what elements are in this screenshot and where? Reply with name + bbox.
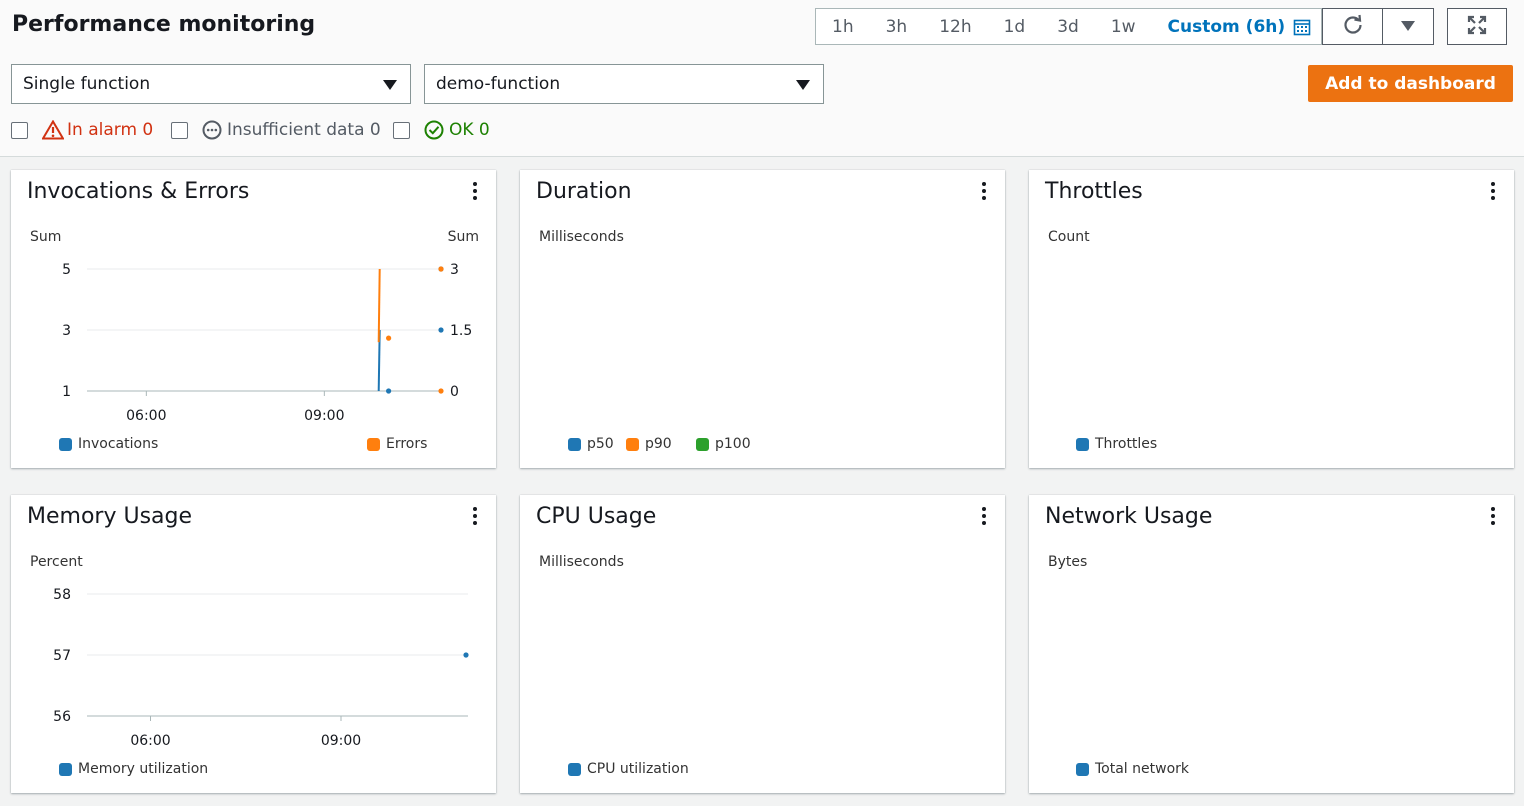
refresh-button[interactable]	[1322, 8, 1383, 45]
data-point-errors	[438, 388, 444, 394]
data-point-memory-utilization	[463, 652, 469, 658]
x-tick-label: 09:00	[304, 408, 344, 424]
fullscreen-icon	[1467, 15, 1487, 39]
insufficient-data-checkbox[interactable]	[171, 121, 188, 139]
function-select-value: demo-function	[436, 74, 561, 94]
legend-item-p100[interactable]: p100	[696, 436, 751, 452]
chart: 1.9180.615906:0009:00	[520, 170, 1005, 468]
legend-swatch	[367, 437, 380, 451]
legend-label: p50	[587, 436, 614, 452]
range-3h[interactable]: 3h	[870, 9, 924, 44]
insufficient-data-label: Insufficient data 0	[227, 120, 381, 140]
header: Performance monitoring 1h 3h 12h 1d 3d 1…	[0, 0, 1524, 157]
function-select[interactable]: demo-function	[424, 64, 824, 104]
widget-throttles: ThrottlesCount00.5106:0009:00Throttles	[1029, 170, 1514, 468]
legend-swatch	[59, 762, 72, 776]
chart: 40455006:0009:00	[520, 495, 1005, 793]
warning-triangle-icon	[42, 119, 64, 141]
legend-item-p90[interactable]: p90	[626, 436, 672, 452]
legend-label: p90	[645, 436, 672, 452]
legend-label: Throttles	[1095, 436, 1158, 452]
caret-down-icon	[1400, 17, 1416, 36]
caret-down-icon	[796, 80, 810, 90]
data-point-invocations	[438, 327, 444, 333]
scope-select-value: Single function	[23, 74, 151, 94]
ok-checkbox[interactable]	[393, 121, 410, 139]
chart: 11.5k11.7k11.8k06:0009:00	[1029, 495, 1514, 793]
range-1h[interactable]: 1h	[816, 9, 870, 44]
filter-ok: OK 0	[393, 118, 490, 142]
caret-down-icon	[383, 80, 397, 90]
legend-swatch	[626, 437, 639, 451]
chart: 00.5106:0009:00	[1029, 170, 1514, 468]
legend-swatch	[1076, 437, 1089, 451]
fullscreen-button[interactable]	[1447, 8, 1507, 45]
scope-select[interactable]: Single function	[11, 64, 411, 104]
legend-item-p50[interactable]: p50	[568, 436, 614, 452]
legend-label: CPU utilization	[587, 761, 689, 777]
in-alarm-label: In alarm 0	[67, 120, 154, 140]
legend-swatch	[1076, 762, 1089, 776]
legend-item-cpu-utilization[interactable]: CPU utilization	[568, 761, 689, 777]
legend-item-errors[interactable]: Errors	[367, 436, 427, 452]
series-line-errors	[377, 268, 381, 343]
widget-cpu-usage: CPU UsageMilliseconds40455006:0009:00CPU…	[520, 495, 1005, 793]
refresh-options-button[interactable]	[1382, 8, 1434, 45]
widget-invocations-errors: Invocations & Errors Sum Sum 1 3 5 0 1.5 3 06:00 0…	[11, 170, 496, 468]
filter-in-alarm: In alarm 0	[11, 118, 153, 142]
range-3d[interactable]: 3d	[1041, 9, 1095, 44]
check-circle-icon	[424, 119, 446, 141]
y-tick-label-right: 1.5	[450, 323, 472, 339]
page-title: Performance monitoring	[12, 12, 316, 37]
y-tick-label: 3	[62, 323, 71, 339]
widget-network-usage: Network UsageBytes11.5k11.7k11.8k06:0009…	[1029, 495, 1514, 793]
in-alarm-checkbox[interactable]	[11, 121, 28, 139]
y-tick-label: 56	[53, 709, 71, 725]
calendar-icon[interactable]	[1293, 17, 1313, 37]
range-12h[interactable]: 12h	[923, 9, 987, 44]
add-to-dashboard-button[interactable]: Add to dashboard	[1308, 65, 1513, 102]
widget-memory-usage: Memory Usage Percent 56 57 58 06:00 09:00 Memor…	[11, 495, 496, 793]
legend-item-throttles[interactable]: Throttles	[1076, 436, 1157, 452]
legend-item-total-network[interactable]: Total network	[1076, 761, 1189, 777]
data-point-invocations	[386, 388, 392, 394]
legend-label: p100	[715, 436, 751, 452]
y-tick-label: 58	[53, 587, 71, 603]
range-1w[interactable]: 1w	[1095, 9, 1152, 44]
y-tick-label: 5	[62, 262, 71, 278]
y-tick-label-right: 3	[450, 262, 459, 278]
ellipsis-circle-icon	[202, 119, 224, 141]
data-point-errors	[438, 266, 444, 272]
chart: 56 57 58 06:00 09:00	[53, 587, 469, 749]
x-tick-label: 06:00	[130, 733, 170, 749]
range-1d[interactable]: 1d	[988, 9, 1042, 44]
data-point-errors	[386, 335, 392, 341]
widget-duration: DurationMilliseconds1.9180.615906:0009:0…	[520, 170, 1005, 468]
legend-swatch	[568, 762, 581, 776]
legend-swatch	[696, 437, 709, 451]
range-custom[interactable]: Custom (6h)	[1152, 9, 1294, 44]
legend-item-invocations[interactable]: Invocations	[59, 436, 158, 452]
legend-label: Invocations	[78, 436, 159, 452]
legend-swatch	[568, 437, 581, 451]
ok-label: OK 0	[449, 120, 490, 140]
time-range-selector: 1h 3h 12h 1d 3d 1w Custom (6h)	[815, 8, 1323, 45]
y-tick-label: 1	[62, 384, 71, 400]
legend-label: Errors	[386, 436, 428, 452]
refresh-icon	[1342, 14, 1364, 40]
legend-swatch	[59, 437, 72, 451]
x-tick-label: 06:00	[126, 408, 166, 424]
legend-item-memory-utilization[interactable]: Memory utilization	[59, 761, 208, 777]
chart: 1 3 5 0 1.5 3 06:00 09:00	[62, 262, 472, 424]
legend-label: Total network	[1095, 761, 1190, 777]
y-tick-label: 57	[53, 648, 71, 664]
legend-label: Memory utilization	[78, 761, 209, 777]
filter-insufficient-data: Insufficient data 0	[171, 118, 381, 142]
y-tick-label-right: 0	[450, 384, 459, 400]
x-tick-label: 09:00	[321, 733, 361, 749]
